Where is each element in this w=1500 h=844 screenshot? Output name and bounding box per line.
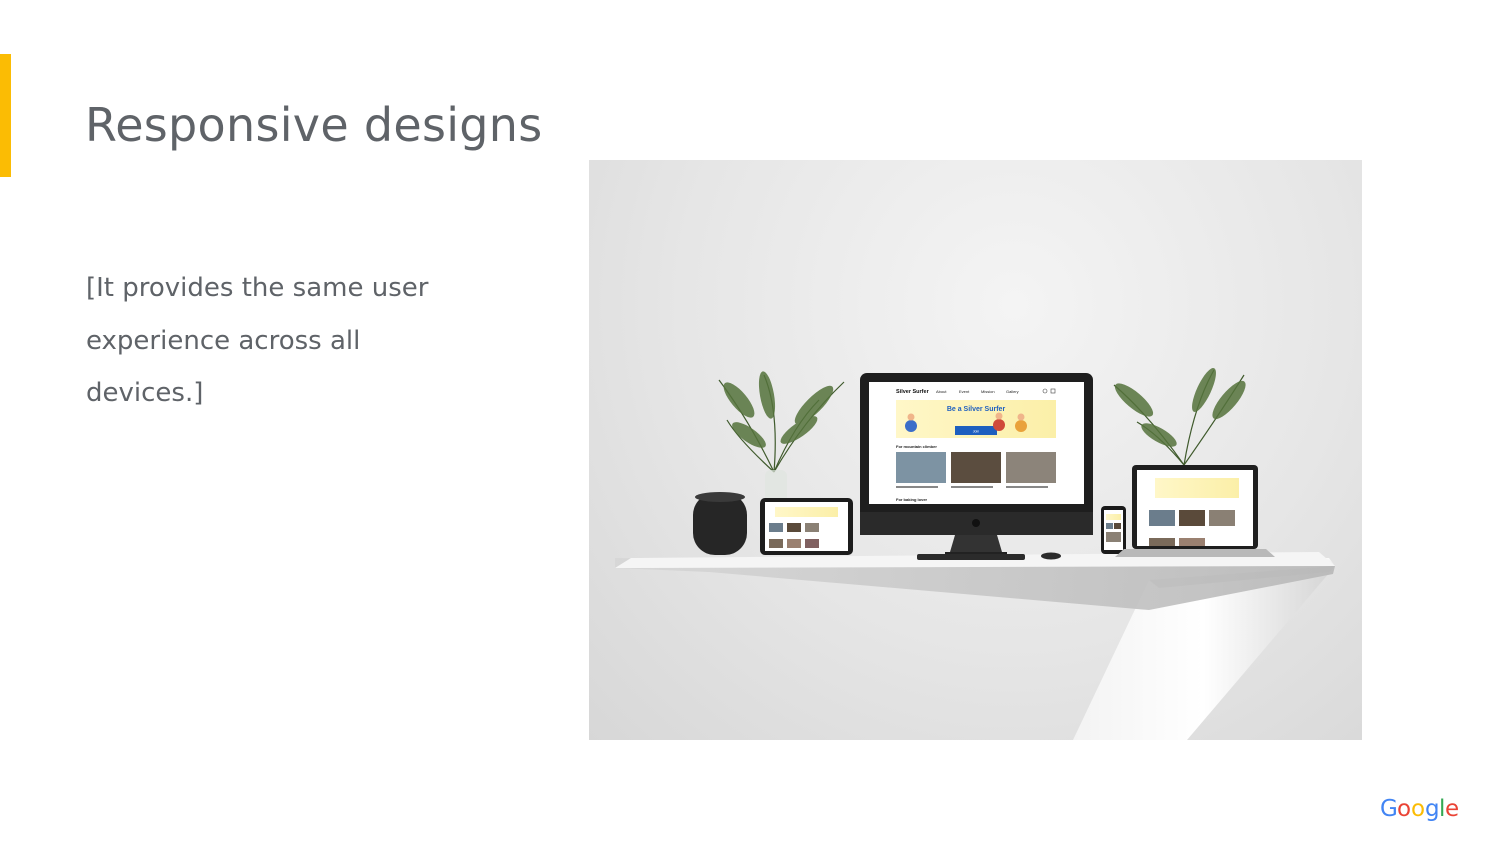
nav-item-about: About — [936, 389, 947, 394]
gallery-photo — [896, 452, 946, 483]
accent-bar — [0, 54, 11, 177]
logo-letter: e — [1445, 796, 1459, 822]
logo-letter: G — [1380, 796, 1398, 822]
slide-body-text: [It provides the same user experience ac… — [86, 273, 429, 408]
fern-leaves-right — [1114, 368, 1246, 447]
site-name: Silver Surfer — [896, 389, 930, 395]
keyboard — [917, 554, 1025, 560]
logo-letter: o — [1397, 796, 1411, 822]
fern-plant-right — [1113, 369, 1245, 466]
nav-item-mission: Mission — [981, 389, 995, 394]
google-logo: G o o g l e — [1380, 792, 1460, 824]
gallery-photo — [1006, 452, 1056, 483]
logo-letter: g — [1425, 796, 1440, 822]
smart-speaker — [693, 492, 747, 555]
mouse — [1041, 552, 1061, 560]
nav-item-event: Event — [959, 389, 970, 394]
gallery-photo — [951, 452, 1001, 483]
hero-text: Be a Silver Surfer — [947, 406, 1006, 413]
nav-item-gallery: Gallery — [1006, 389, 1019, 394]
section-title-mountain: For mountain climber — [896, 444, 937, 449]
shelf — [615, 552, 1335, 740]
fern-leaves-left — [723, 371, 834, 448]
tablet-device — [760, 498, 853, 555]
slide-title: Responsive designs — [85, 98, 543, 152]
smartphone-device — [1101, 506, 1126, 554]
hero-join-label: Join — [973, 430, 979, 434]
section-title-baking: For baking lover — [896, 497, 928, 502]
logo-letter: o — [1411, 796, 1425, 822]
laptop-device — [1115, 465, 1275, 557]
device-mockup-photo: Silver Surfer About Event Mission Galler… — [589, 160, 1362, 740]
device-mockup-illustration: Silver Surfer About Event Mission Galler… — [615, 368, 1335, 740]
